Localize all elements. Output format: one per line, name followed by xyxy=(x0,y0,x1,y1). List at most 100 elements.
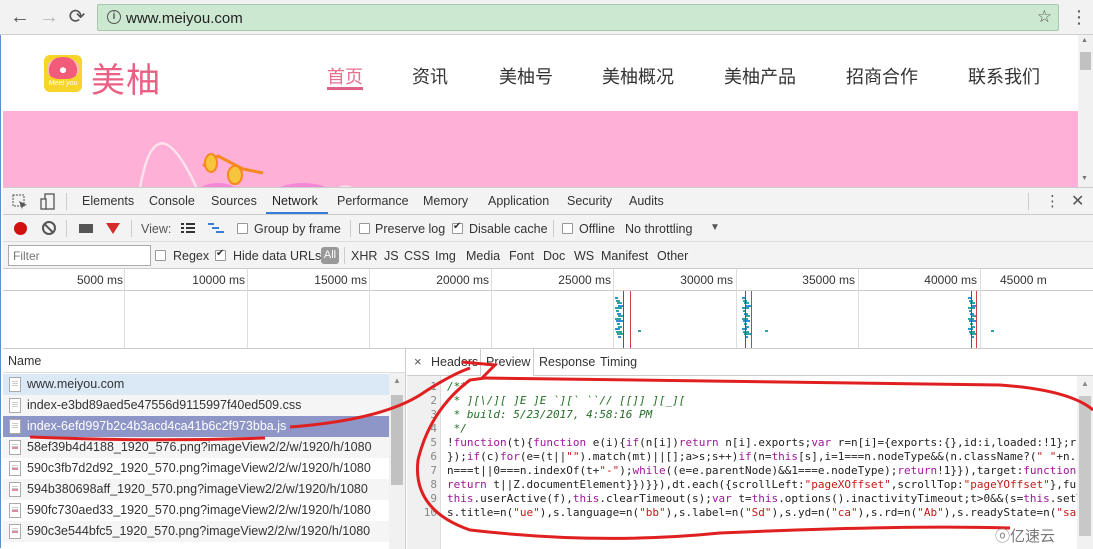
devtools-menu-icon[interactable]: ⋮ xyxy=(1045,192,1060,210)
scrollbar-thumb[interactable] xyxy=(1080,52,1091,70)
tick-label: 15000 ms xyxy=(314,273,367,287)
request-row[interactable]: 590fc730aed33_1920_570.png?imageView2/2/… xyxy=(3,500,389,521)
column-header-name[interactable]: Name xyxy=(3,349,406,373)
filter-img[interactable]: Img xyxy=(435,249,456,263)
nav-home[interactable]: 首页 xyxy=(327,63,363,89)
tab-application[interactable]: Application xyxy=(488,194,549,208)
filter-icon[interactable] xyxy=(106,223,120,234)
hero-banner[interactable] xyxy=(3,111,1078,187)
scrollbar-thumb[interactable] xyxy=(1079,396,1091,536)
regex-label[interactable]: Regex xyxy=(173,249,209,263)
nav-contact[interactable]: 联系我们 xyxy=(968,63,1040,89)
tick-label: 40000 ms xyxy=(924,273,977,287)
preview-scrollbar[interactable]: ▲ xyxy=(1077,376,1093,549)
offline-label[interactable]: Offline xyxy=(579,222,615,236)
hide-data-urls-checkbox[interactable] xyxy=(215,248,226,261)
address-bar[interactable]: i www.meiyou.com ☆ xyxy=(97,4,1059,31)
throttling-dropdown-icon[interactable]: ▼ xyxy=(710,222,720,233)
request-row[interactable]: www.meiyou.com xyxy=(3,374,389,395)
url-text[interactable]: www.meiyou.com xyxy=(126,10,243,27)
page-scrollbar[interactable]: ▲ ▼ xyxy=(1078,35,1093,187)
nav-products[interactable]: 美柚产品 xyxy=(724,63,796,89)
request-row[interactable]: 58ef39b4d4188_1920_576.png?imageView2/2/… xyxy=(3,437,389,458)
nav-overview[interactable]: 美柚概况 xyxy=(602,63,674,89)
request-row[interactable]: index-6efd997b2c4b3acd4ca41b6c2f973bba.j… xyxy=(3,416,389,437)
nav-meiyou-account[interactable]: 美柚号 xyxy=(499,63,553,89)
tab-network[interactable]: Network xyxy=(272,194,318,208)
tab-console[interactable]: Console xyxy=(149,194,195,208)
inspect-element-icon[interactable] xyxy=(12,194,28,210)
group-by-frame-label[interactable]: Group by frame xyxy=(254,222,341,236)
bookmark-star-icon[interactable]: ☆ xyxy=(1037,7,1052,27)
device-toolbar-icon[interactable] xyxy=(40,193,56,210)
scroll-up-icon[interactable]: ▲ xyxy=(1081,37,1088,44)
tab-headers[interactable]: Headers xyxy=(431,355,478,369)
filter-js[interactable]: JS xyxy=(384,249,399,263)
capture-screenshots-icon[interactable] xyxy=(79,224,93,233)
filter-font[interactable]: Font xyxy=(509,249,534,263)
preserve-log-checkbox[interactable] xyxy=(359,223,370,234)
info-icon[interactable]: i xyxy=(107,10,121,24)
code-line: s.title=n("ue"),s.language=n("bb"),s.lab… xyxy=(447,506,1077,519)
hide-data-urls-label[interactable]: Hide data URLs xyxy=(233,249,321,263)
disable-cache-checkbox[interactable] xyxy=(452,221,463,234)
tab-security[interactable]: Security xyxy=(567,194,612,208)
request-row[interactable]: 590c3fb7d2d92_1920_570.png?imageView2/2/… xyxy=(3,458,389,479)
filter-input[interactable] xyxy=(8,245,151,266)
tab-performance[interactable]: Performance xyxy=(337,194,409,208)
filter-ws[interactable]: WS xyxy=(574,249,594,263)
filter-all-button[interactable]: All xyxy=(321,247,339,264)
filter-xhr[interactable]: XHR xyxy=(351,249,377,263)
close-devtools-icon[interactable]: ✕ xyxy=(1071,191,1084,211)
tab-memory[interactable]: Memory xyxy=(423,194,468,208)
preserve-log-label[interactable]: Preserve log xyxy=(375,222,445,236)
request-row[interactable]: index-e3bd89aed5e47556d9115997f40ed509.c… xyxy=(3,395,389,416)
clear-icon[interactable] xyxy=(42,221,56,235)
tab-audits[interactable]: Audits xyxy=(629,194,664,208)
tab-preview[interactable]: Preview xyxy=(486,355,530,369)
nav-active-underline xyxy=(327,87,363,90)
tab-timing[interactable]: Timing xyxy=(600,355,637,369)
filter-doc[interactable]: Doc xyxy=(543,249,565,263)
sunglasses-lens-right-icon xyxy=(227,165,243,185)
request-list-scrollbar[interactable]: ▲ xyxy=(389,373,405,549)
image-file-icon xyxy=(9,461,21,476)
nav-business[interactable]: 招商合作 xyxy=(846,63,918,89)
logo-text[interactable]: 美柚 xyxy=(91,53,161,102)
record-icon[interactable] xyxy=(14,222,27,235)
reload-button[interactable]: ⟳ xyxy=(66,6,88,28)
nav-news[interactable]: 资讯 xyxy=(412,63,448,89)
tab-elements[interactable]: Elements xyxy=(82,194,134,208)
offline-checkbox[interactable] xyxy=(562,223,573,234)
waterfall-bar xyxy=(638,330,641,332)
logo-icon[interactable]: Meet you xyxy=(44,55,82,92)
scroll-up-icon[interactable]: ▲ xyxy=(393,376,401,385)
filter-css[interactable]: CSS xyxy=(404,249,430,263)
large-rows-icon[interactable] xyxy=(181,223,195,234)
scroll-up-icon[interactable]: ▲ xyxy=(1081,379,1089,388)
close-detail-icon[interactable]: × xyxy=(414,354,422,369)
waterfall-overview-icon[interactable] xyxy=(208,223,224,234)
request-row[interactable]: 590c3e544bfc5_1920_570.png?imageView2/2/… xyxy=(3,521,389,542)
back-button[interactable]: ← xyxy=(9,6,31,28)
request-row[interactable]: 594b380698aff_1920_570.png?imageView2/2/… xyxy=(3,479,389,500)
scrollbar-thumb[interactable] xyxy=(391,395,403,485)
forward-button[interactable]: → xyxy=(38,6,60,28)
scroll-down-icon[interactable]: ▼ xyxy=(1081,175,1088,182)
code-preview[interactable]: 1 2 3 4 5 6 7 8 9 10 /** * ][\/][ ]E ]E `][` ``//… xyxy=(407,376,1077,549)
disable-cache-label[interactable]: Disable cache xyxy=(469,222,548,236)
tab-sources[interactable]: Sources xyxy=(211,194,257,208)
filter-media[interactable]: Media xyxy=(466,249,500,263)
tab-response[interactable]: Response xyxy=(539,355,595,369)
group-by-frame-checkbox[interactable] xyxy=(237,223,248,234)
image-file-icon xyxy=(9,524,21,539)
dom-content-loaded-line xyxy=(971,291,972,348)
browser-menu-icon[interactable]: ⋮ xyxy=(1070,7,1088,27)
filter-other[interactable]: Other xyxy=(657,249,688,263)
regex-checkbox[interactable] xyxy=(155,250,166,261)
filter-manifest[interactable]: Manifest xyxy=(601,249,648,263)
throttling-select[interactable]: No throttling xyxy=(625,222,692,236)
grid-line xyxy=(124,269,125,348)
tick-label: 20000 ms xyxy=(436,273,489,287)
network-overview-timeline[interactable]: 5000 ms 10000 ms 15000 ms 20000 ms 25000… xyxy=(3,269,1093,349)
